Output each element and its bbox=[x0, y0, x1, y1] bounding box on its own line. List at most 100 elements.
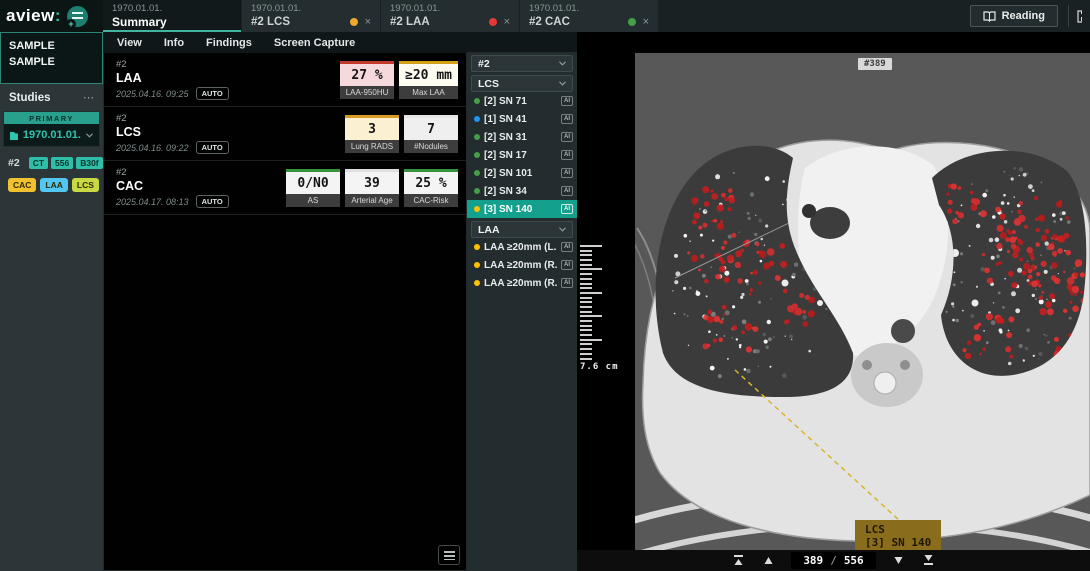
finding-status-dot bbox=[474, 98, 480, 104]
ai-badge: AI bbox=[561, 168, 573, 178]
metric-value: 7 bbox=[404, 115, 458, 140]
next-slice-button[interactable] bbox=[892, 554, 906, 568]
card-metrics: 3 Lung RADS 7 #Nodules bbox=[345, 115, 458, 153]
finding-list-item[interactable]: [2] SN 17 AI bbox=[467, 146, 577, 164]
patient-name: SAMPLE bbox=[9, 38, 94, 54]
tab-label: #2 CAC bbox=[529, 15, 628, 29]
last-slice-button[interactable] bbox=[922, 554, 936, 568]
series-row[interactable]: #2 CT 556 B30f bbox=[0, 147, 103, 172]
patient-tab[interactable]: 1970.01.01. #2 CAC × bbox=[520, 0, 658, 32]
finding-list-item[interactable]: [2] SN 31 AI bbox=[467, 128, 577, 146]
summary-section: View Info Findings Screen Capture #2 LAA… bbox=[103, 32, 467, 571]
finding-list-item[interactable]: [1] SN 41 AI bbox=[467, 110, 577, 128]
ct-axial-image[interactable] bbox=[635, 53, 1090, 550]
analysis-tags-row: CAC LAA LCS bbox=[0, 172, 103, 198]
slice-separator: / bbox=[830, 554, 837, 567]
tab-status-dot bbox=[489, 18, 497, 26]
finding-list-item[interactable]: LAA ≥20mm (R... AI bbox=[467, 256, 577, 274]
metric-value: 39 bbox=[345, 169, 399, 194]
main-area: SAMPLE SAMPLE Studies ⋯ PRIMARY 1970.01.… bbox=[0, 32, 1090, 571]
menu-findings[interactable]: Findings bbox=[206, 37, 252, 49]
tab-close-icon[interactable]: × bbox=[643, 17, 649, 27]
menu-view[interactable]: View bbox=[117, 37, 142, 49]
summary-card[interactable]: #2 LAA 2025.04.16. 09:25 AUTO 27 % LAA-9… bbox=[104, 53, 466, 107]
finding-list-item[interactable]: [2] SN 34 AI bbox=[467, 182, 577, 200]
card-timestamp: 2025.04.16. 09:22 bbox=[116, 143, 189, 153]
ai-badge: AI bbox=[561, 96, 573, 106]
ai-badge: AI bbox=[561, 204, 573, 214]
studies-title: Studies bbox=[9, 92, 83, 104]
previous-slice-button[interactable] bbox=[761, 554, 775, 568]
patient-tab[interactable]: 1970.01.01. #2 LCS × bbox=[242, 0, 380, 32]
patient-tab[interactable]: 1970.01.01. #2 LAA × bbox=[381, 0, 519, 32]
finding-label: [2] SN 101 bbox=[484, 168, 557, 179]
summary-panel: #2 LAA 2025.04.16. 09:25 AUTO 27 % LAA-9… bbox=[103, 53, 467, 571]
tab-status-dot bbox=[628, 18, 636, 26]
total-slices: 556 bbox=[844, 554, 864, 567]
ai-badge: AI bbox=[561, 150, 573, 160]
tab-bar: 1970.01.01. Summary 1970.01.01. #2 LCS ×… bbox=[103, 0, 659, 32]
slice-counter: 389 / 556 bbox=[791, 552, 875, 569]
study-date: 1970.01.01. bbox=[23, 129, 81, 141]
tag-cac[interactable]: CAC bbox=[8, 178, 36, 192]
tag-laa[interactable]: LAA bbox=[40, 178, 67, 192]
chevron-down-icon bbox=[559, 226, 566, 233]
finding-status-dot bbox=[474, 280, 480, 286]
finding-status-dot bbox=[474, 152, 480, 158]
finding-status-dot bbox=[474, 170, 480, 176]
metric-label: CAC-Risk bbox=[404, 194, 458, 207]
finding-label: LAA ≥20mm (R... bbox=[484, 260, 557, 271]
finding-status-dot bbox=[474, 188, 480, 194]
card-timestamp: 2025.04.17. 08:13 bbox=[116, 197, 189, 207]
study-date-row[interactable]: 1970.01.01. bbox=[4, 124, 99, 146]
top-bar: aview: 1970.01.01. Summary 1970.01.01. #… bbox=[0, 0, 1090, 32]
finding-list-item[interactable]: LAA ≥20mm (R... AI bbox=[467, 274, 577, 292]
metric-label: Arterial Age bbox=[345, 194, 399, 207]
studies-menu-icon[interactable]: ⋯ bbox=[83, 91, 94, 104]
tab-status-dot bbox=[350, 18, 358, 26]
finding-list-item[interactable]: [2] SN 101 AI bbox=[467, 164, 577, 182]
chevron-down-icon bbox=[86, 132, 93, 139]
tag-lcs[interactable]: LCS bbox=[72, 178, 99, 192]
tab-date: 1970.01.01. bbox=[390, 3, 510, 15]
nodule-list: [2] SN 71 AI [1] SN 41 AI [2] SN 31 AI [… bbox=[467, 92, 577, 218]
metric-tile: 39 Arterial Age bbox=[345, 169, 399, 207]
annotation-id: [3] SN 140 bbox=[865, 536, 931, 549]
tab-close-icon[interactable]: × bbox=[365, 17, 371, 27]
first-slice-button[interactable] bbox=[731, 554, 745, 568]
tab-date: 1970.01.01. bbox=[529, 3, 649, 15]
summary-list-button[interactable] bbox=[438, 545, 460, 565]
finding-label: [2] SN 34 bbox=[484, 186, 557, 197]
menu-screen-capture[interactable]: Screen Capture bbox=[274, 37, 355, 49]
lcs-group-select[interactable]: LCS bbox=[471, 75, 573, 92]
app-logo-icon bbox=[67, 6, 88, 27]
findings-panel-top bbox=[467, 32, 577, 52]
series-select[interactable]: #2 bbox=[471, 55, 573, 72]
laa-group-select[interactable]: LAA bbox=[471, 221, 573, 238]
tab-date: 1970.01.01. bbox=[251, 3, 371, 15]
chevron-down-icon bbox=[559, 60, 566, 67]
card-metrics: 0/N0 AS 39 Arterial Age 25 % CAC-Risk bbox=[286, 169, 458, 207]
chevron-down-icon bbox=[559, 80, 566, 87]
menu-info[interactable]: Info bbox=[164, 37, 184, 49]
laa-list: LAA ≥20mm (L... AI LAA ≥20mm (R... AI LA… bbox=[467, 238, 577, 292]
app-logo: aview: bbox=[0, 0, 103, 32]
summary-card[interactable]: #2 LCS 2025.04.16. 09:22 AUTO 3 Lung RAD… bbox=[104, 107, 466, 161]
aview-application: aview: 1970.01.01. Summary 1970.01.01. #… bbox=[0, 0, 1090, 571]
patient-id: SAMPLE bbox=[9, 54, 94, 70]
scale-ruler bbox=[580, 245, 610, 362]
patient-tab[interactable]: 1970.01.01. Summary bbox=[103, 0, 241, 32]
series-id: #2 bbox=[8, 157, 20, 169]
finding-status-dot bbox=[474, 206, 480, 212]
tab-label: #2 LAA bbox=[390, 15, 489, 29]
reading-button[interactable]: Reading bbox=[970, 5, 1058, 27]
summary-card[interactable]: #2 CAC 2025.04.17. 08:13 AUTO 0/N0 AS 39… bbox=[104, 161, 466, 215]
metric-label: Lung RADS bbox=[345, 140, 399, 153]
finding-list-item[interactable]: LAA ≥20mm (L... AI bbox=[467, 238, 577, 256]
finding-list-item[interactable]: [2] SN 71 AI bbox=[467, 92, 577, 110]
save-button[interactable] bbox=[1068, 5, 1082, 27]
finding-list-item[interactable]: [3] SN 140 AI bbox=[467, 200, 577, 218]
tab-close-icon[interactable]: × bbox=[504, 17, 510, 27]
series-kernel-tag: B30f bbox=[76, 157, 102, 169]
top-bar-actions: Reading bbox=[970, 0, 1090, 32]
